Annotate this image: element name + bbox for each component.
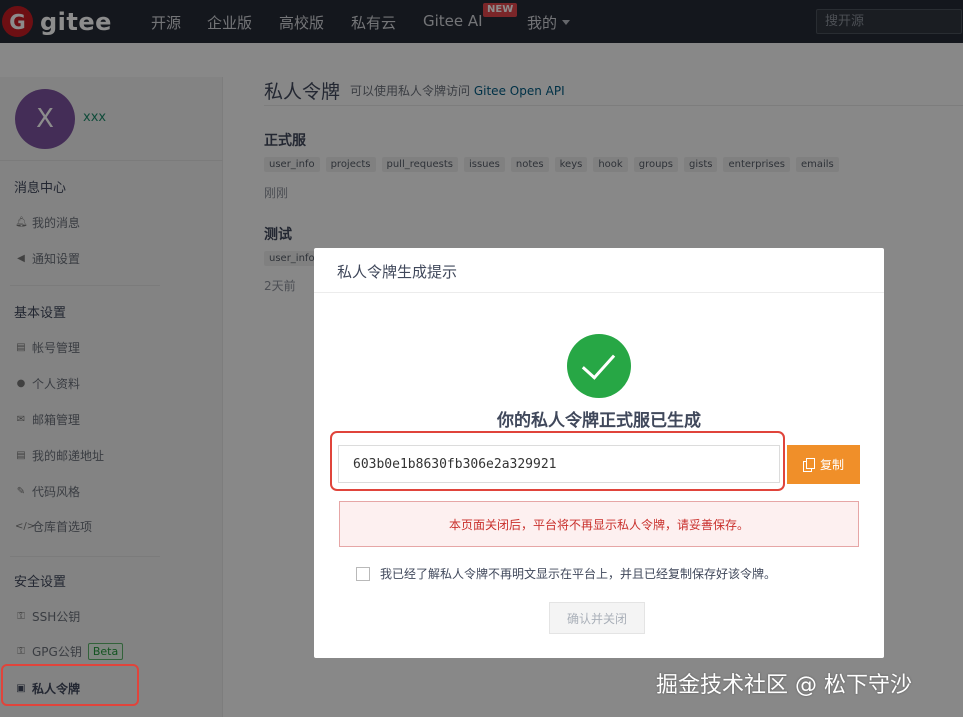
confirm-close-button[interactable]: 确认并关闭: [549, 602, 645, 634]
acknowledge-label: 我已经了解私人令牌不再明文显示在平台上，并且已经复制保存好该令牌。: [380, 567, 777, 581]
modal-heading: 你的私人令牌正式服已生成: [497, 411, 701, 431]
watermark: 掘金技术社区 @ 松下守沙: [656, 673, 912, 698]
acknowledge-checkbox[interactable]: [356, 566, 370, 581]
highlight-box: [330, 431, 785, 491]
modal-title: 私人令牌生成提示: [337, 263, 458, 281]
copy-button[interactable]: 复制: [787, 445, 860, 484]
highlight-box: [1, 664, 139, 706]
check-circle-icon: [567, 334, 631, 398]
acknowledge-checkbox-row[interactable]: 我已经了解私人令牌不再明文显示在平台上，并且已经复制保存好该令牌。: [356, 565, 776, 582]
token-generated-modal: 私人令牌生成提示 你的私人令牌正式服已生成 复制 本页面关闭后，平台将不再显示私…: [314, 248, 884, 658]
copy-button-label: 复制: [819, 458, 844, 472]
warning-alert: 本页面关闭后，平台将不再显示私人令牌，请妥善保存。: [339, 501, 859, 547]
modal-header: 私人令牌生成提示: [314, 248, 884, 293]
copy-icon: [802, 458, 815, 472]
